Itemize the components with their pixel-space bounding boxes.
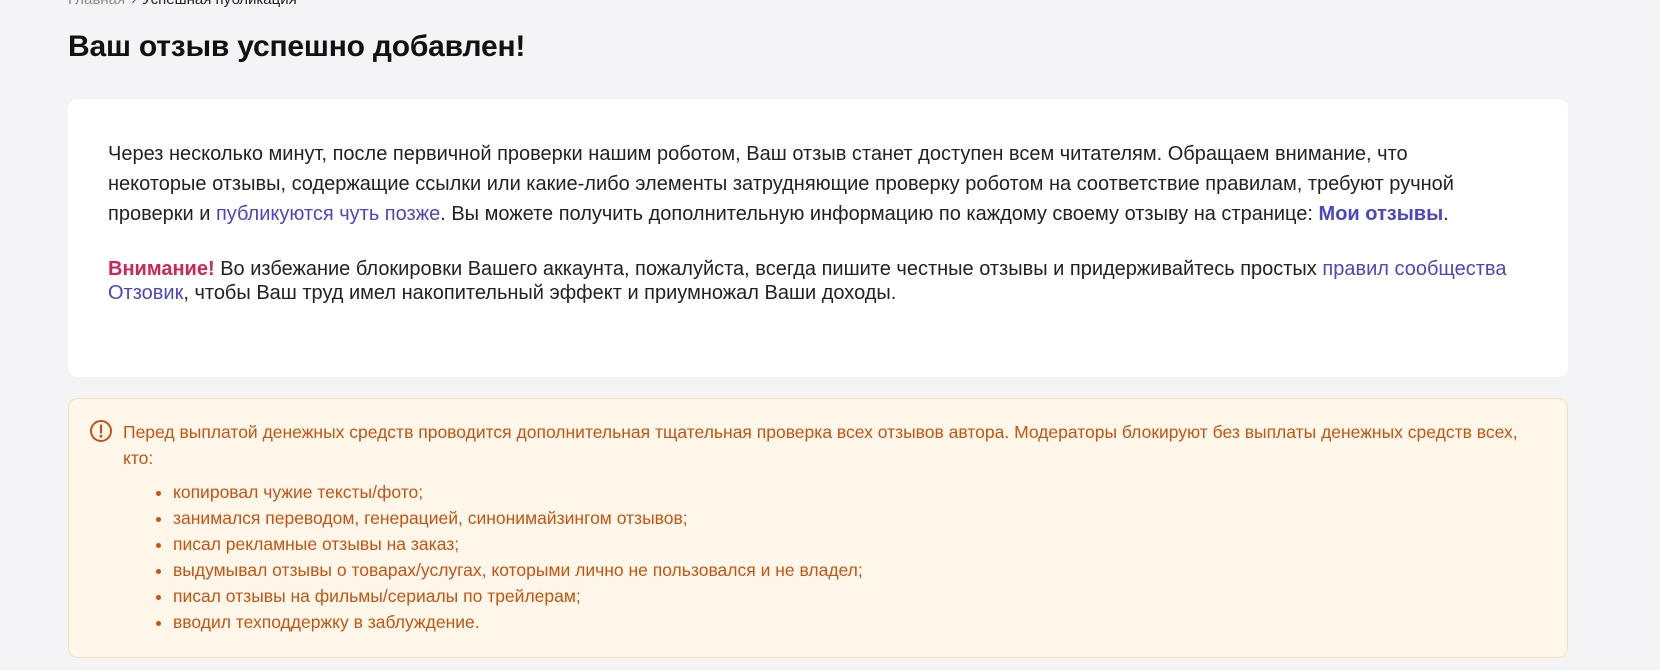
breadcrumb: Главная › Успешная публикация: [68, 0, 297, 8]
published-later-link[interactable]: публикуются чуть позже: [216, 203, 440, 225]
exclamation-circle-icon: [89, 419, 113, 443]
list-item: вводил техподдержку в заблуждение.: [173, 609, 863, 635]
page-title: Ваш отзыв успешно добавлен!: [68, 30, 526, 63]
breadcrumb-home-link[interactable]: Главная: [68, 0, 125, 8]
list-item: писал отзывы на фильмы/сериалы по трейле…: [173, 583, 863, 609]
breadcrumb-current: Успешная публикация: [142, 0, 297, 8]
list-item: писал рекламные отзывы на заказ;: [173, 531, 863, 557]
warning-paragraph: Внимание! Во избежание блокировки Вашего…: [108, 257, 1508, 305]
warning-text: Во избежание блокировки Вашего аккаунта,…: [214, 258, 1323, 280]
warning-text: , чтобы Ваш труд имел накопительный эффе…: [183, 282, 897, 304]
info-text: . Вы можете получить дополнительную инфо…: [440, 203, 1319, 225]
breadcrumb-separator-icon: ›: [131, 0, 136, 8]
list-item: занимался переводом, генерацией, синоним…: [173, 505, 863, 531]
payout-notice: Перед выплатой денежных средств проводит…: [68, 398, 1568, 658]
info-card: Через несколько минут, после первичной п…: [68, 99, 1568, 377]
list-item: копировал чужие тексты/фото;: [173, 479, 863, 505]
my-reviews-link[interactable]: Мои отзывы: [1319, 203, 1444, 225]
info-paragraph: Через несколько минут, после первичной п…: [108, 139, 1508, 229]
list-item: выдумывал отзывы о товарах/услугах, кото…: [173, 557, 863, 583]
notice-text: Перед выплатой денежных средств проводит…: [123, 422, 1518, 468]
attention-label: Внимание!: [108, 258, 215, 280]
notice-list: копировал чужие тексты/фото; занимался п…: [123, 479, 863, 635]
info-text-end: .: [1443, 203, 1449, 225]
